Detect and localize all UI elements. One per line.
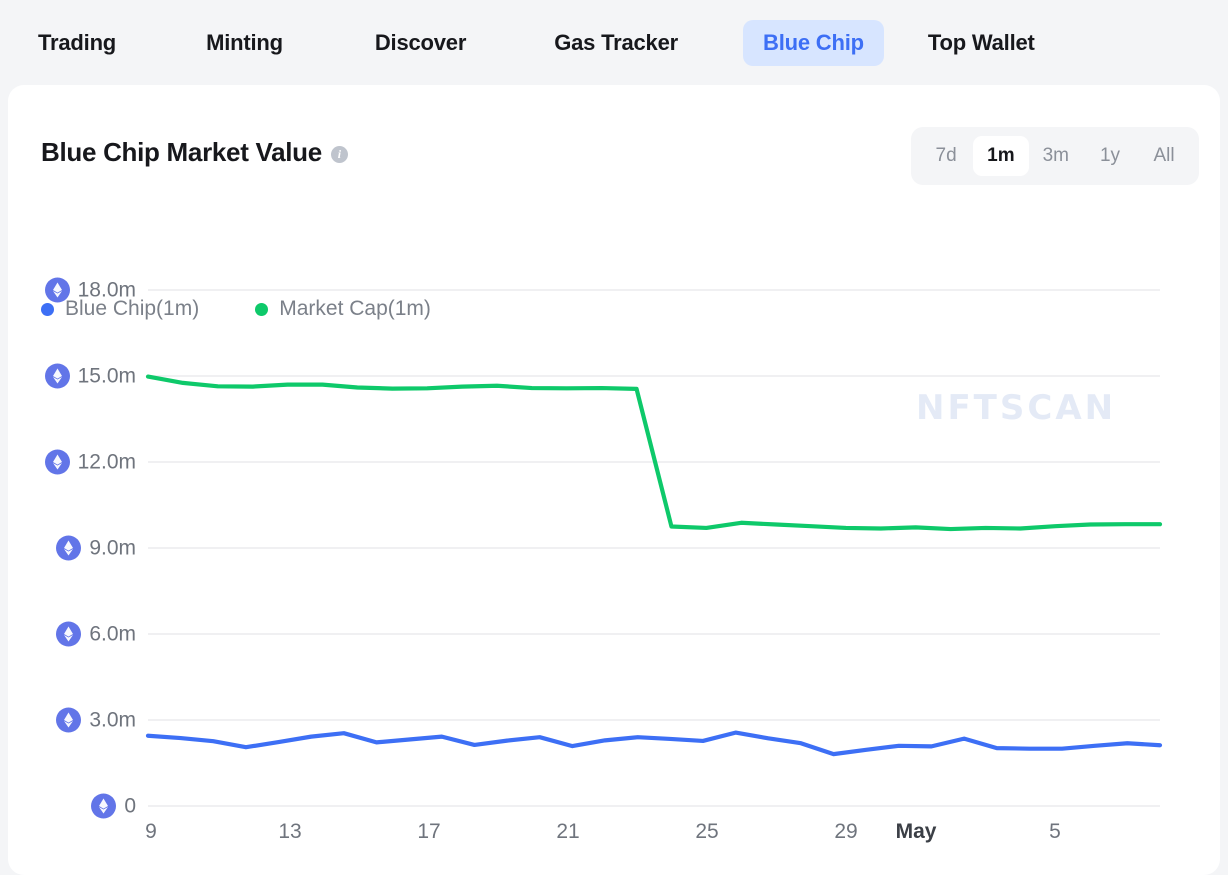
ethereum-logo-icon	[64, 540, 74, 556]
y-axis-tick-label: 9.0m	[89, 536, 136, 559]
chart-gridlines	[148, 289, 1160, 807]
y-axis-tick: 0	[8, 793, 136, 819]
x-axis-tick-label: May	[895, 820, 937, 843]
x-axis-tick-label: 25	[695, 820, 719, 843]
ethereum-logo-icon	[52, 454, 62, 470]
nav-tab-blue-chip[interactable]: Blue Chip	[743, 20, 884, 66]
x-axis-tick-label: 5	[1049, 820, 1061, 843]
x-axis-tick-label: 17	[417, 820, 441, 843]
x-axis-tick-label: 21	[556, 820, 580, 843]
ethereum-logo-icon	[99, 798, 109, 814]
chart-plot-area	[8, 85, 1220, 875]
eth-currency-icon	[56, 621, 82, 647]
legend-label-market-cap: Market Cap(1m)	[279, 297, 431, 320]
eth-currency-icon	[44, 277, 70, 303]
legend-item-market-cap[interactable]: Market Cap(1m)	[255, 297, 431, 321]
range-button-3m[interactable]: 3m	[1029, 136, 1083, 176]
x-axis-tick-label: 9	[145, 820, 157, 843]
nav-tab-minting[interactable]: Minting	[186, 20, 303, 66]
series-line-blue-chip	[145, 730, 1163, 757]
y-axis-tick: 6.0m	[8, 621, 136, 647]
ethereum-logo-icon	[64, 712, 74, 728]
ethereum-logo-icon	[64, 626, 74, 642]
eth-currency-icon	[91, 793, 117, 819]
range-button-7d[interactable]: 7d	[919, 136, 973, 176]
x-axis-tick-label: 29	[834, 820, 858, 843]
eth-currency-icon	[44, 449, 70, 475]
info-icon[interactable]: i	[330, 146, 348, 163]
nftscan-watermark: NFTSCAN	[916, 388, 1117, 428]
nav-tab-trading[interactable]: Trading	[18, 20, 136, 66]
x-axis-tick-label: 13	[278, 820, 302, 843]
nav-tab-gas-tracker[interactable]: Gas Tracker	[534, 20, 698, 66]
card-header: Blue Chip Market Value i 7d 1m 3m 1y All	[8, 85, 1220, 185]
time-range-selector[interactable]: 7d 1m 3m 1y All	[911, 127, 1199, 185]
range-button-all[interactable]: All	[1137, 136, 1191, 176]
y-axis-tick-label: 6.0m	[89, 622, 136, 645]
nav-tab-discover[interactable]: Discover	[355, 20, 486, 66]
chart-svg	[145, 289, 1163, 807]
y-axis-tick: 12.0m	[8, 449, 136, 475]
nav-tab-top-wallet[interactable]: Top Wallet	[908, 20, 1055, 66]
chart-series-lines	[145, 374, 1163, 757]
blue-chip-chart-card: Blue Chip Market Value i 7d 1m 3m 1y All…	[8, 85, 1220, 875]
y-axis-tick-label: 12.0m	[77, 450, 136, 473]
y-axis-tick: 15.0m	[8, 363, 136, 389]
eth-currency-icon	[44, 363, 70, 389]
legend-dot-market-cap	[255, 302, 269, 316]
y-axis-tick: 18.0m	[8, 277, 136, 303]
y-axis-tick: 9.0m	[8, 535, 136, 561]
chart-title-row: Blue Chip Market Value i	[41, 137, 348, 168]
y-axis-tick-label: 0	[124, 794, 136, 817]
y-axis-tick: 3.0m	[8, 707, 136, 733]
y-axis-tick-label: 18.0m	[77, 278, 136, 301]
range-button-1m[interactable]: 1m	[973, 136, 1029, 176]
eth-currency-icon	[56, 535, 82, 561]
legend-dot-blue-chip	[41, 302, 54, 316]
eth-currency-icon	[56, 707, 82, 733]
range-button-1y[interactable]: 1y	[1083, 136, 1137, 176]
page-title: Blue Chip Market Value	[41, 137, 322, 167]
ethereum-logo-icon	[52, 282, 62, 298]
main-nav-bar: Trading Minting Discover Gas Tracker Blu…	[0, 0, 1228, 86]
y-axis-tick-label: 15.0m	[77, 364, 136, 387]
ethereum-logo-icon	[52, 368, 62, 384]
y-axis-tick-label: 3.0m	[89, 708, 136, 731]
